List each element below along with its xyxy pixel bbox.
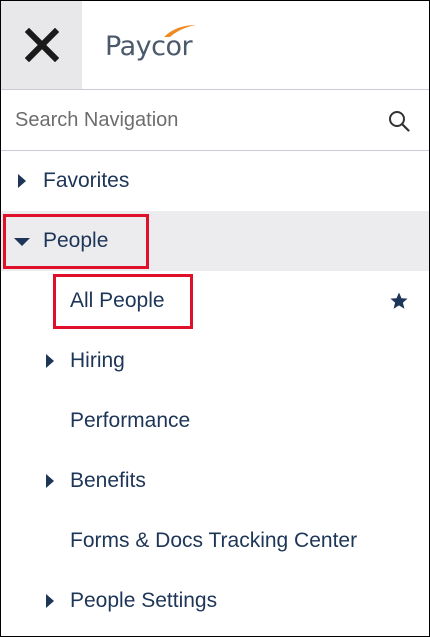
nav-item-label: Hiring — [70, 349, 125, 372]
nav-item-label: Benefits — [70, 469, 146, 492]
caret-right-icon — [46, 474, 54, 488]
caret-right-icon — [18, 174, 26, 188]
nav-item-benefits[interactable]: Benefits — [1, 451, 429, 511]
nav-item-people-settings[interactable]: People Settings — [1, 571, 429, 631]
nav-item-label: People — [43, 229, 109, 252]
close-icon — [24, 28, 59, 62]
nav-item-label: Performance — [70, 409, 191, 432]
nav-item-performance[interactable]: Performance — [1, 391, 429, 451]
nav-item-forms-docs-tracking-center[interactable]: Forms & Docs Tracking Center — [1, 511, 429, 571]
caret-right-icon — [46, 354, 54, 368]
navigation-panel: Paycor Favorites People All People — [0, 0, 430, 637]
nav-item-hiring[interactable]: Hiring — [1, 331, 429, 391]
search-icon[interactable] — [387, 109, 411, 133]
nav-header: Paycor — [1, 1, 429, 89]
nav-item-label: All People — [70, 289, 165, 312]
nav-item-all-people[interactable]: All People — [1, 271, 429, 331]
nav-item-favorites[interactable]: Favorites — [1, 151, 429, 211]
search-bar — [1, 89, 429, 151]
paycor-logo: Paycor — [105, 25, 196, 65]
nav-item-people[interactable]: People — [1, 211, 429, 271]
nav-item-label: People Settings — [70, 589, 218, 612]
caret-down-icon — [14, 238, 30, 246]
caret-right-icon — [46, 594, 54, 608]
logo-swoosh-icon — [164, 25, 196, 37]
star-icon[interactable] — [389, 291, 409, 311]
close-button[interactable] — [1, 1, 82, 89]
nav-item-label: Favorites — [43, 169, 130, 192]
nav-item-label: Forms & Docs Tracking Center — [70, 529, 358, 552]
search-input[interactable] — [15, 100, 375, 140]
